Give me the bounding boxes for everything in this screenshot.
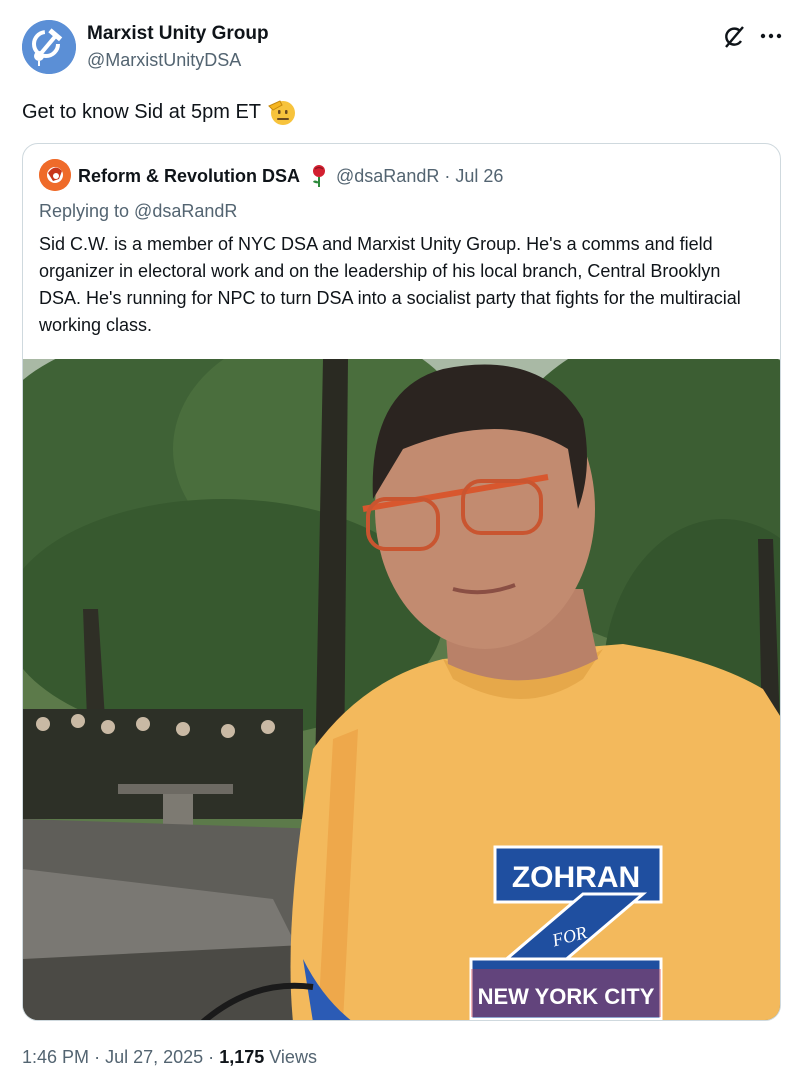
author-handle[interactable]: @MarxistUnityDSA: [87, 50, 241, 71]
quoted-tweet-card[interactable]: Reform & Revolution DSA @dsaRandR · Jul …: [22, 143, 781, 1021]
views-count: 1,175: [219, 1047, 265, 1067]
saluting-face-emoji-icon: [268, 100, 295, 125]
shirt-text-zohran: ZOHRAN: [512, 861, 640, 894]
more-options-icon[interactable]: [757, 22, 785, 50]
author-name[interactable]: Marxist Unity Group: [87, 23, 269, 45]
tweet-time[interactable]: 1:46 PM: [22, 1047, 89, 1067]
quote-date[interactable]: Jul 26: [455, 166, 503, 187]
shirt-text-nyc: NEW YORK CITY: [478, 984, 655, 1009]
reform-revolution-logo-icon: [39, 159, 71, 191]
author-avatar[interactable]: [22, 20, 76, 74]
tweet-date[interactable]: Jul 27, 2025: [105, 1047, 203, 1067]
tweet-text: Get to know Sid at 5pm ET: [22, 100, 261, 123]
quote-separator: ·: [444, 165, 451, 186]
selfie-photo[interactable]: ZOHRAN FOR NEW YORK CITY: [23, 359, 781, 1021]
quote-author-avatar[interactable]: [39, 159, 71, 191]
replying-to-label[interactable]: Replying to @dsaRandR: [39, 201, 237, 222]
ellipsis-icon: [760, 33, 782, 39]
quote-author-name[interactable]: Reform & Revolution DSA: [78, 166, 300, 187]
views-label: Views: [269, 1047, 317, 1067]
grok-icon[interactable]: [721, 24, 747, 50]
grok-slash-circle-icon: [725, 26, 744, 48]
rose-emoji-icon: [313, 165, 326, 187]
tweet-meta: 1:46 PM · Jul 27, 2025 · 1,175 Views: [22, 1047, 317, 1068]
tweet-text-row: Get to know Sid at 5pm ET: [22, 97, 297, 127]
quote-header: Reform & Revolution DSA @dsaRandR · Jul …: [78, 164, 503, 188]
meta-separator-1: ·: [94, 1047, 101, 1067]
hammer-sickle-rose-icon: [22, 20, 76, 74]
meta-separator-2: ·: [208, 1047, 215, 1067]
quote-body-text: Sid C.W. is a member of NYC DSA and Marx…: [39, 234, 741, 335]
quote-author-handle[interactable]: @dsaRandR: [336, 166, 439, 187]
